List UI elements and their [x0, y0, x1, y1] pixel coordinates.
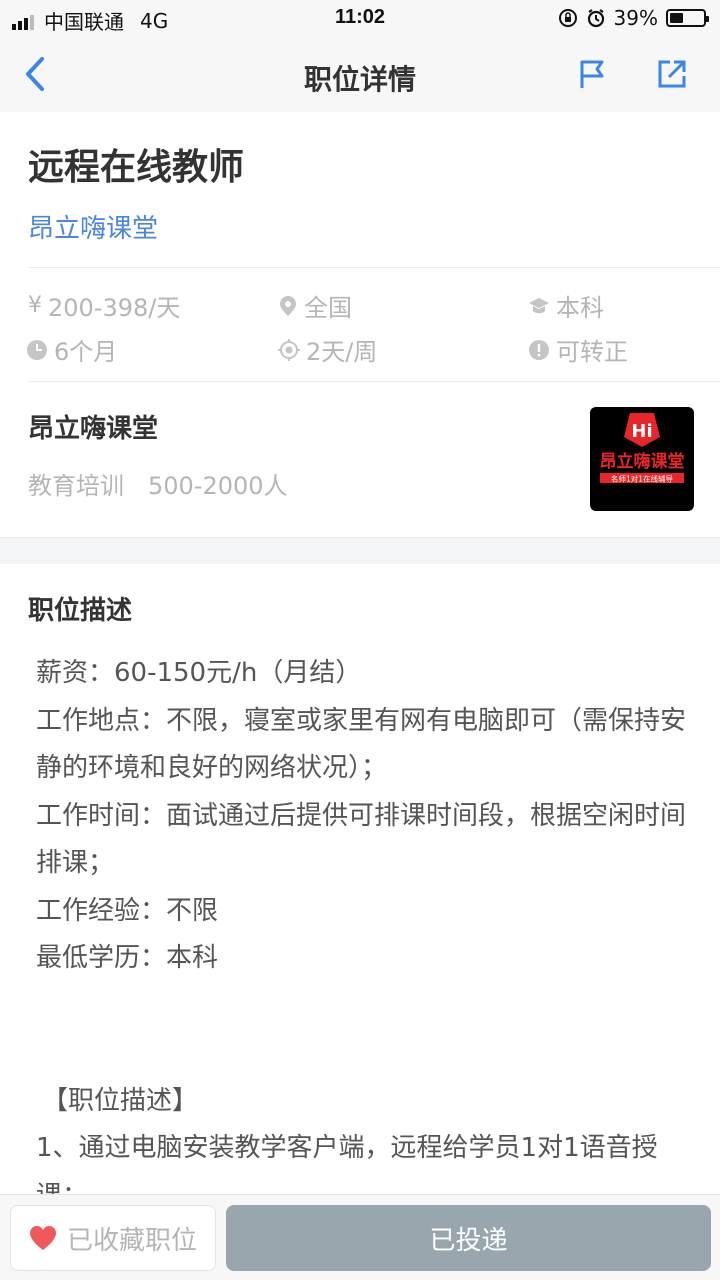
days-value: 2天/周 [306, 338, 378, 366]
rotation-lock-icon [558, 9, 577, 27]
nav-bar: 职位详情 [0, 36, 720, 112]
share-icon[interactable] [656, 58, 688, 90]
favorite-label: 已收藏职位 [66, 1225, 197, 1256]
divider [28, 267, 720, 268]
graduation-cap-icon [529, 297, 549, 313]
description-line [36, 1030, 686, 1078]
battery-icon [666, 9, 709, 27]
duration-value: 6个月 [54, 338, 118, 366]
description-line [36, 983, 686, 1031]
job-description: 薪资：60-150元/h（月结） 工作地点：不限，寝室或家里有网有电脑即可（需保… [36, 650, 686, 1220]
location-pin-icon [280, 295, 296, 316]
location-info: 全国 [278, 288, 352, 323]
conversion-info: 可转正 [528, 332, 628, 367]
days-info: 2天/周 [278, 332, 377, 367]
description-line: 最低学历：本科 [36, 943, 219, 973]
company-link[interactable]: 昂立嗨课堂 [28, 208, 158, 245]
bottom-action-bar: 已收藏职位 已投递 [0, 1194, 720, 1280]
description-line: 薪资：60-150元/h（月结） [36, 658, 362, 688]
conversion-value: 可转正 [556, 338, 628, 366]
description-line: 【职位描述】 [42, 1085, 199, 1116]
duration-info: 6个月 [26, 332, 117, 367]
salary-info: ¥ 200-398/天 [28, 288, 180, 323]
target-icon [278, 338, 300, 361]
info-alert-icon [529, 339, 549, 360]
section-gap [0, 538, 720, 564]
salary-value: 200-398/天 [48, 294, 181, 322]
logo-mark: Hi [631, 421, 652, 442]
company-info: 教育培训 500-2000人 [28, 466, 288, 501]
heart-icon [29, 1226, 56, 1250]
logo-text: 昂立嗨课堂 [600, 451, 685, 472]
description-line: 工作经验：不限 [36, 895, 219, 926]
page-title: 职位详情 [303, 63, 416, 96]
alarm-icon [587, 9, 604, 28]
company-industry: 教育培训 [28, 472, 124, 500]
company-name[interactable]: 昂立嗨课堂 [28, 408, 158, 445]
education-value: 本科 [556, 294, 604, 322]
clock-icon [27, 339, 47, 360]
job-title: 远程在线教师 [28, 147, 245, 188]
location-value: 全国 [304, 294, 352, 322]
description-line: 工作时间：面试通过后提供可排课时间段，根据空闲时间排课； [36, 800, 687, 879]
apply-button[interactable]: 已投递 [226, 1205, 711, 1271]
yuan-icon: ¥ [28, 293, 42, 318]
status-bar: 中国联通 4G 11:02 39% [0, 0, 720, 36]
description-title: 职位描述 [28, 596, 133, 626]
apply-label: 已投递 [429, 1225, 508, 1256]
report-flag-icon[interactable] [578, 58, 608, 90]
description-line: 工作地点：不限，寝室或家里有网有电脑即可（需保持安静的环境和良好的网络状况）； [36, 705, 687, 784]
favorite-button[interactable]: 已收藏职位 [10, 1205, 216, 1271]
company-size: 500-2000人 [148, 472, 288, 500]
logo-tagline: 名师1对1在线辅导 [611, 474, 674, 484]
education-info: 本科 [528, 288, 604, 323]
company-logo[interactable]: Hi 昂立嗨课堂 名师1对1在线辅导 [590, 407, 694, 511]
battery-percent: 39% [613, 6, 658, 30]
divider [28, 381, 720, 382]
